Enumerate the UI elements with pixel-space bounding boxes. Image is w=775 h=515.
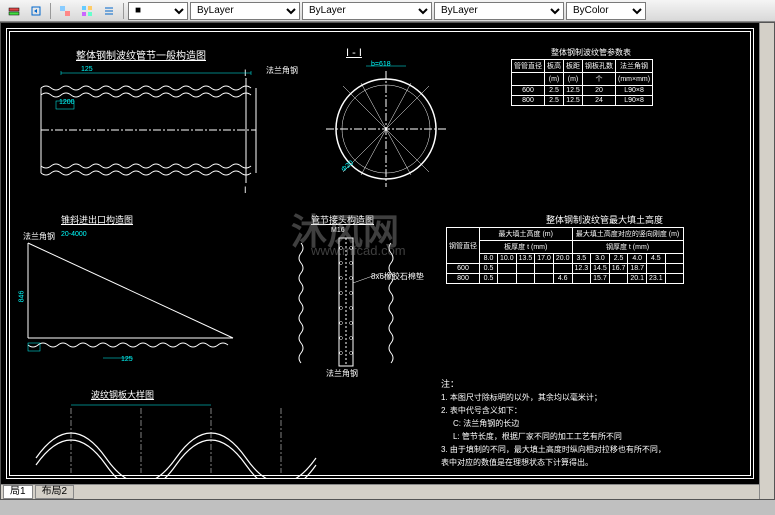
tab-bar: 局1 布局2: [1, 484, 759, 499]
fill-height-table: 钢管直径最大填土高度 (m)最大填土高度对应的竖向刚度 (m) 板厚度 t (m…: [446, 227, 684, 284]
wave-detail-drawing: [31, 403, 341, 478]
params-table: 管管直径板高板距钢板孔数法兰角钢 (m)(m)个(mm×mm) 6002.512…: [511, 59, 653, 106]
dim-b618: b=618: [371, 61, 391, 68]
pipe-elevation-drawing: I I: [31, 63, 281, 193]
dim-125b: 125: [121, 356, 133, 363]
cone-drawing: [23, 238, 243, 373]
drawing-area: 沐风网 www.mfcad.com 整体钢制波纹管节一般构造图 I - I 锥斜…: [0, 22, 775, 500]
label-rubber: 8x6橡胶石棉垫: [371, 271, 424, 282]
props-icon[interactable]: [99, 2, 119, 20]
label-flange-1: 法兰角钢: [266, 65, 298, 76]
section-drawing: [311, 61, 461, 196]
svg-text:I: I: [244, 185, 247, 193]
linetype-select-2[interactable]: ByLayer: [302, 2, 432, 20]
table1-title: 整体钢制波纹管参数表: [551, 47, 631, 58]
scrollbar-vertical[interactable]: [759, 23, 774, 499]
title-section: I - I: [346, 47, 362, 59]
notes-block: 注： 1. 本图尺寸除标明的以外，其余均以毫米计； 2. 表中代号含义如下： C…: [441, 378, 731, 469]
linetype-select-1[interactable]: ByLayer: [190, 2, 300, 20]
match-icon[interactable]: [55, 2, 75, 20]
layers-icon[interactable]: [4, 2, 24, 20]
color-select[interactable]: ■: [128, 2, 188, 20]
joint-drawing: [281, 233, 421, 378]
label-flange-3: 法兰角钢: [326, 368, 358, 379]
swatch-icon[interactable]: [77, 2, 97, 20]
layer-prev-icon[interactable]: [26, 2, 46, 20]
title-5: 波纹钢板大样图: [91, 388, 154, 401]
table2-title: 整体钢制波纹管最大填土高度: [546, 213, 663, 226]
plotstyle-select[interactable]: ByColor: [566, 2, 646, 20]
lineweight-select[interactable]: ByLayer: [434, 2, 564, 20]
toolbar: ■ ByLayer ByLayer ByLayer ByColor: [0, 0, 775, 22]
layout-tab-2[interactable]: 布局2: [35, 485, 75, 499]
title-4: 管节接头构造图: [311, 213, 374, 226]
layout-tab-1[interactable]: 局1: [3, 485, 33, 499]
title-1: 整体钢制波纹管节一般构造图: [76, 47, 206, 62]
dim-4000: 20-4000: [61, 231, 87, 238]
model-space[interactable]: 沐风网 www.mfcad.com 整体钢制波纹管节一般构造图 I - I 锥斜…: [1, 23, 759, 484]
title-3: 锥斜进出口构造图: [61, 213, 133, 226]
dim-125: 125: [81, 66, 93, 73]
dim-846: 846: [18, 291, 25, 303]
dim-1200: 1200: [59, 99, 75, 106]
